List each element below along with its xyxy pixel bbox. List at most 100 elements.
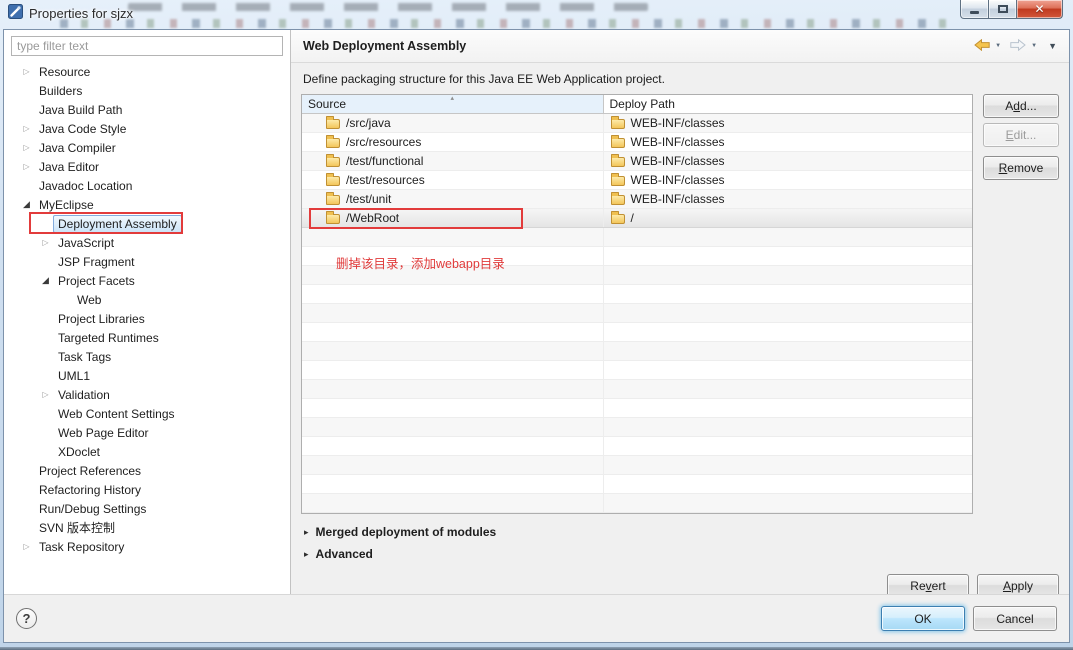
collapsed-arrow-icon[interactable]: ▷ [19,542,34,551]
deployment-assembly-table: Source ▴ Deploy Path /src/java WEB-INF/cl… [301,94,973,514]
sort-ascending-icon: ▴ [450,95,455,102]
folder-icon [610,172,625,186]
minimize-button[interactable] [960,0,989,19]
empty-row [302,228,972,247]
cell-text: WEB-INF/classes [630,116,725,130]
edit-button[interactable]: Edit... [983,123,1059,147]
close-button[interactable]: ✕ [1017,0,1063,19]
folder-icon [326,191,340,205]
tree-item-label: MyEclipse [39,197,94,212]
tree-item-label: Resource [39,64,91,79]
expanded-arrow-icon[interactable]: ◢ [19,200,34,209]
empty-row [302,456,972,475]
tree-item-java-compiler[interactable]: ▷ Java Compiler [11,138,283,157]
cell-text: /test/resources [346,173,425,187]
back-history-dropdown-icon[interactable]: ▼ [995,43,1001,49]
back-arrow-icon[interactable] [974,38,990,54]
empty-row [302,342,972,361]
main-panel: Web Deployment Assembly ▼ ▼ ▼ Define pac… [291,30,1069,597]
filter-input[interactable] [11,36,283,56]
assembly-row-test-functional[interactable]: /test/functional WEB-INF/classes [302,152,972,171]
remove-button[interactable]: Remove [983,156,1059,180]
page-header: Web Deployment Assembly ▼ ▼ ▼ [291,30,1069,63]
maximize-button[interactable] [989,0,1017,19]
tree-item-web[interactable]: Web [11,290,283,309]
tree-item-uml1[interactable]: UML1 [11,366,283,385]
collapsed-arrow-icon[interactable]: ▷ [19,124,34,133]
folder-icon [326,153,340,167]
tree-item-label: Builders [39,83,83,98]
column-header-source[interactable]: Source ▴ [302,95,604,113]
tree-item-task-tags[interactable]: Task Tags [11,347,283,366]
assembly-row-src-resources[interactable]: /src/resources WEB-INF/classes [302,133,972,152]
collapsed-arrow-icon[interactable]: ▷ [38,238,53,247]
tree-item-myeclipse[interactable]: ◢ MyEclipse [11,195,283,214]
red-annotation-text: 删掉该目录，添加webapp目录 [336,257,505,271]
collapsed-arrow-icon[interactable]: ▷ [19,67,34,76]
assembly-row-test-resources[interactable]: /test/resources WEB-INF/classes [302,171,972,190]
tree-item-java-editor[interactable]: ▷ Java Editor [11,157,283,176]
tree-item-builders[interactable]: Builders [11,81,283,100]
help-button[interactable]: ? [16,608,37,629]
ok-button[interactable]: OK [881,606,965,631]
tree-item-refactoring-history[interactable]: Refactoring History [11,480,283,499]
section-label: Advanced [315,547,373,561]
expanded-arrow-icon[interactable]: ◢ [38,276,53,285]
assembly-row-test-unit[interactable]: /test/unit WEB-INF/classes [302,190,972,209]
empty-row [302,494,972,513]
tree-item-label: Targeted Runtimes [58,330,159,345]
folder-icon [326,115,340,129]
tree-item-label: Task Tags [58,349,112,364]
tree-item-resource[interactable]: ▷ Resource [11,62,283,81]
folder-icon [610,210,625,224]
tree-item-validation[interactable]: ▷ Validation [11,385,283,404]
tree-item-label: Project Facets [58,273,135,288]
cancel-button[interactable]: Cancel [973,606,1057,631]
tree-item-label: Java Build Path [39,102,123,117]
title-bar[interactable]: Properties for sjzx ✕ [0,0,1073,29]
view-menu-icon[interactable]: ▼ [1048,41,1057,51]
tree-item-deployment-assembly[interactable]: Deployment Assembly [11,212,283,234]
tree-item-javascript[interactable]: ▷ JavaScript [11,233,283,252]
tree-item-run-debug-settings[interactable]: Run/Debug Settings [11,499,283,518]
section-merged-deployment-of-modules[interactable]: ▸ Merged deployment of modules [301,521,1059,543]
tree-item-label: Java Compiler [39,140,116,155]
tree-item-project-facets[interactable]: ◢ Project Facets [11,271,283,290]
folder-icon [326,210,340,224]
tree-item-jsp-fragment[interactable]: JSP Fragment [11,252,283,271]
collapsed-arrow-icon[interactable]: ▷ [38,390,53,399]
tree-item-web-page-editor[interactable]: Web Page Editor [11,423,283,442]
folder-icon [610,191,625,205]
blurred-background-toolbar [60,19,953,28]
table-body: /src/java WEB-INF/classes/src/resources WE… [302,114,972,513]
section-label: Merged deployment of modules [315,525,497,539]
cell-text: WEB-INF/classes [630,173,725,187]
empty-row [302,323,972,342]
column-header-deploy-path[interactable]: Deploy Path [603,95,972,113]
section-advanced[interactable]: ▸ Advanced [301,543,1059,565]
dialog-body: ▷ Resource Builders Java Build Path ▷ Java Co… [3,29,1070,643]
tree-item-task-repository[interactable]: ▷ Task Repository [11,537,283,556]
forward-history-dropdown-icon[interactable]: ▼ [1031,43,1037,49]
table-header-row: Source ▴ Deploy Path [302,95,972,114]
forward-arrow-icon[interactable] [1010,38,1026,54]
tree-item-project-references[interactable]: Project References [11,461,283,480]
tree-item-java-build-path[interactable]: Java Build Path [11,100,283,119]
section-collapsed-arrow-icon: ▸ [304,526,309,537]
tree-item-label: Java Code Style [39,121,127,136]
assembly-row-src-java[interactable]: /src/java WEB-INF/classes [302,114,972,133]
tree-item-web-content-settings[interactable]: Web Content Settings [11,404,283,423]
tree-item-project-libraries[interactable]: Project Libraries [11,309,283,328]
tree-item-javadoc-location[interactable]: Javadoc Location [11,176,283,195]
assembly-row-webroot[interactable]: /WebRoot / [302,208,972,229]
tree-item-label: Java Editor [39,159,100,174]
tree-item-java-code-style[interactable]: ▷ Java Code Style [11,119,283,138]
collapsed-arrow-icon[interactable]: ▷ [19,143,34,152]
tree-item-svn-版本控制[interactable]: SVN 版本控制 [11,518,283,537]
tree-item-xdoclet[interactable]: XDoclet [11,442,283,461]
collapsed-arrow-icon[interactable]: ▷ [19,162,34,171]
tree-item-targeted-runtimes[interactable]: Targeted Runtimes [11,328,283,347]
tree-item-label: SVN 版本控制 [39,521,116,535]
add-button[interactable]: Add... [983,94,1059,118]
properties-tree: ▷ Resource Builders Java Build Path ▷ Java Co… [11,62,283,594]
